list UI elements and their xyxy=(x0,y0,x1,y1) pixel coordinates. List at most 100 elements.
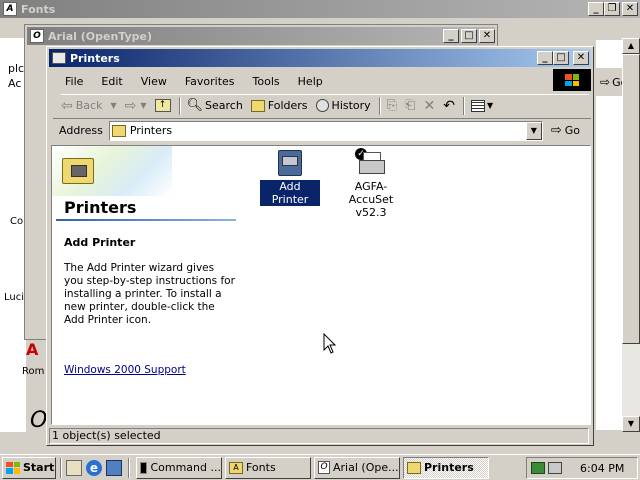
windows-support-link[interactable]: Windows 2000 Support xyxy=(64,364,186,376)
address-printers-icon xyxy=(111,124,126,137)
toolbar-separator-3 xyxy=(462,96,465,115)
panel-heading: Printers xyxy=(64,198,137,217)
start-label: Start xyxy=(23,461,55,474)
internet-explorer-icon[interactable]: e xyxy=(86,459,102,476)
back-button[interactable]: ⇦ Back ▼ xyxy=(61,98,117,114)
agfa-printer-item[interactable]: ✓ AGFA-AccuSet v52.3 xyxy=(334,148,408,219)
history-button[interactable]: History xyxy=(315,99,371,112)
history-icon xyxy=(315,99,329,112)
menu-favorites[interactable]: Favorites xyxy=(185,75,235,88)
add-printer-icon xyxy=(276,148,304,178)
forward-dropdown-icon[interactable]: ▼ xyxy=(140,101,146,110)
printers-close-button[interactable]: ✕ xyxy=(573,51,589,65)
task-arial-label: Arial (Ope... xyxy=(333,461,399,474)
task-printers[interactable]: Printers xyxy=(403,456,489,479)
printers-maximize-button[interactable]: □ xyxy=(553,51,569,65)
views-button[interactable]: ▼ xyxy=(470,99,493,112)
toolbar-separator xyxy=(178,96,181,115)
add-printer-item[interactable]: Add Printer xyxy=(260,148,320,206)
fonts-task-icon: A xyxy=(229,461,243,474)
fonts-minimize-button[interactable]: _ xyxy=(588,2,604,16)
fonts-titlebar[interactable]: A Fonts xyxy=(0,0,640,18)
status-text: 1 object(s) selected xyxy=(52,429,161,442)
menu-edit[interactable]: Edit xyxy=(101,75,122,88)
task-fonts-label: Fonts xyxy=(246,461,276,474)
fonts-frag-14: O xyxy=(30,408,48,433)
menu-bar: File Edit View Favorites Tools Help xyxy=(65,73,341,89)
up-folder-icon: ↑ xyxy=(154,99,171,112)
go-button[interactable]: ⇨ Go xyxy=(551,123,580,138)
address-dropdown-button[interactable]: ▼ xyxy=(525,121,542,140)
printers-window: Printers _ □ ✕ File Edit View Favorites … xyxy=(46,46,594,446)
network-tray-icon[interactable] xyxy=(531,462,545,474)
fonts-folder-icon: A xyxy=(3,2,17,16)
undo-icon: ↶ xyxy=(443,97,455,114)
undo-button[interactable]: ↶ xyxy=(443,98,455,114)
show-desktop-icon[interactable] xyxy=(66,459,82,476)
printers-titlebar[interactable]: Printers xyxy=(49,49,591,67)
fonts-close-button[interactable]: ✕ xyxy=(622,2,638,16)
fonts-vscrollbar[interactable]: ▲ ▼ xyxy=(622,38,640,432)
printer-icon: ✓ xyxy=(355,148,387,178)
start-button[interactable]: Start xyxy=(2,456,56,479)
task-arial[interactable]: O Arial (Ope... xyxy=(314,456,400,479)
arial-maximize-button[interactable]: □ xyxy=(461,29,477,43)
fonts-maximize-button[interactable]: ❐ xyxy=(604,2,620,16)
panel-divider xyxy=(56,219,236,221)
delete-button[interactable]: ✕ xyxy=(424,98,436,114)
arial-minimize-button[interactable]: _ xyxy=(443,29,459,43)
quick-launch: e xyxy=(66,459,122,476)
agfa-printer-label: AGFA-AccuSet v52.3 xyxy=(348,180,394,219)
copy-to-button[interactable]: ⎗ xyxy=(405,98,415,113)
address-value[interactable]: Printers xyxy=(130,124,172,137)
fonts-scroll-up-button[interactable]: ▲ xyxy=(622,38,640,54)
up-folder-button[interactable]: ↑ xyxy=(154,99,171,112)
panel-subheading: Add Printer xyxy=(64,236,136,249)
back-dropdown-icon[interactable]: ▼ xyxy=(110,101,116,110)
menu-view[interactable]: View xyxy=(141,75,167,88)
fonts-scroll-down-button[interactable]: ▼ xyxy=(622,416,640,432)
arial-font-icon: O xyxy=(30,29,44,43)
printers-task-icon xyxy=(407,461,421,474)
taskbar: Start e Command ... A Fonts O Arial (Ope… xyxy=(0,454,640,480)
address-combo[interactable]: Printers ▼ xyxy=(108,120,543,141)
printers-minimize-button[interactable]: _ xyxy=(537,51,553,65)
status-text-panel: 1 object(s) selected xyxy=(49,428,589,444)
fonts-title: Fonts xyxy=(21,2,56,16)
arial-close-button[interactable]: ✕ xyxy=(479,29,495,43)
views-icon xyxy=(470,99,485,112)
menu-help[interactable]: Help xyxy=(298,75,323,88)
clock[interactable]: 6:04 PM xyxy=(580,462,624,475)
move-to-icon: ⎘ xyxy=(386,98,398,113)
fonts-scroll-thumb[interactable] xyxy=(622,54,640,344)
search-button[interactable]: 🔍︎ Search xyxy=(187,98,243,113)
windows-logo-icon xyxy=(553,69,591,91)
fonts-go-arrow-icon: ⇨ xyxy=(600,75,611,89)
arial-title: Arial (OpenType) xyxy=(48,29,153,43)
outlook-express-icon[interactable] xyxy=(106,459,122,476)
printers-title: Printers xyxy=(70,51,120,65)
fonts-frag-10: Co xyxy=(10,216,24,227)
task-command[interactable]: Command ... xyxy=(136,456,222,479)
arial-task-icon: O xyxy=(318,461,330,474)
forward-button[interactable]: ⇨ ▼ xyxy=(125,98,147,114)
task-fonts[interactable]: A Fonts xyxy=(225,456,311,479)
fonts-frag-11: Luci xyxy=(4,292,25,303)
fonts-frag-12: A xyxy=(26,340,39,359)
search-label: Search xyxy=(205,99,243,112)
arial-titlebar[interactable]: O Arial (OpenType) xyxy=(27,27,495,45)
menu-tools[interactable]: Tools xyxy=(253,75,280,88)
toolbar-separator-2 xyxy=(378,96,381,115)
folders-button[interactable]: Folders xyxy=(250,99,308,112)
task-printers-label: Printers xyxy=(424,461,474,474)
address-bar: Address Printers ▼ ⇨ Go xyxy=(53,118,591,142)
task-command-label: Command ... xyxy=(150,461,221,474)
move-to-button[interactable]: ⎘ xyxy=(387,98,397,113)
menu-file[interactable]: File xyxy=(65,75,83,88)
go-arrow-icon: ⇨ xyxy=(550,123,562,138)
add-printer-label: Add Printer xyxy=(260,180,320,206)
printer-tray-icon[interactable] xyxy=(548,462,562,474)
taskbar-separator xyxy=(60,457,62,478)
info-panel: Printers Add Printer The Add Printer wiz… xyxy=(52,146,238,424)
views-dropdown-icon[interactable]: ▼ xyxy=(487,101,493,110)
